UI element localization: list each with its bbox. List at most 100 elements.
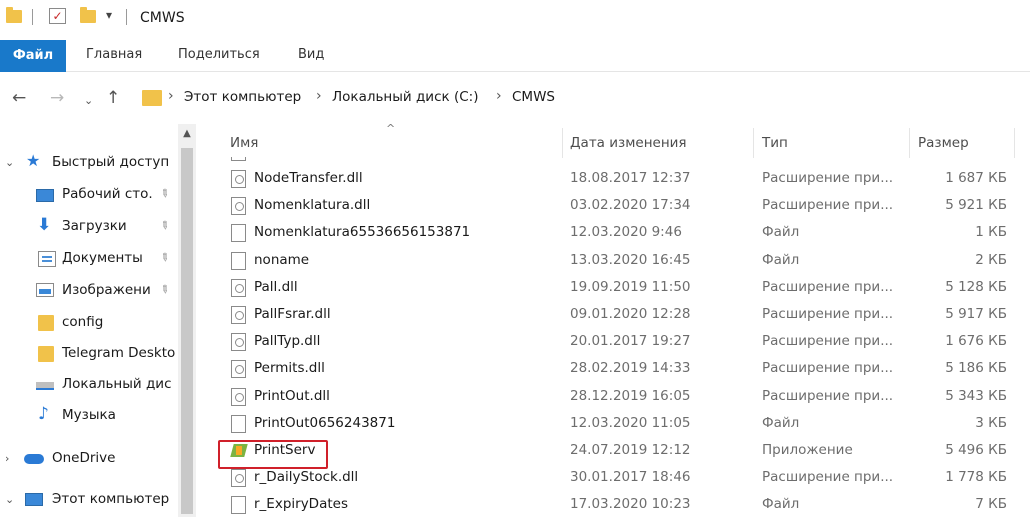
table-row[interactable]: r_ExpiryDates 17.03.2020 10:23 Файл 7 КБ xyxy=(196,491,1030,517)
sidebar-item-onedrive[interactable]: › OneDrive xyxy=(0,444,178,474)
customize-toolbar-icon[interactable]: ▾ xyxy=(106,8,112,22)
sidebar-item-desktop[interactable]: Рабочий сто. ✎ xyxy=(0,180,178,210)
table-row[interactable]: PallTyp.dll 20.01.2017 19:27 Расширение пр… xyxy=(196,328,1030,355)
tab-home[interactable]: Главная xyxy=(86,42,142,68)
file-type: Расширение при... xyxy=(762,197,894,214)
properties-icon[interactable]: ✓ xyxy=(49,8,66,24)
column-header-name[interactable]: Имя xyxy=(230,135,258,151)
column-header-size[interactable]: Размер xyxy=(918,135,969,151)
separator xyxy=(32,9,33,25)
sidebar-item-downloads[interactable]: ⬇ Загрузки ✎ xyxy=(0,212,178,242)
file-type: Файл xyxy=(762,224,800,241)
star-icon: ★ xyxy=(26,151,41,170)
file-type: Расширение при... xyxy=(762,306,894,322)
table-row[interactable]: PrintOut.dll 28.12.2019 16:05 Расширение п… xyxy=(196,383,1030,410)
breadcrumb-cmws[interactable]: CMWS xyxy=(512,89,555,105)
sidebar-item-quick-access[interactable]: ⌄ ★ Быстрый доступ xyxy=(0,148,178,178)
sidebar-item-images[interactable]: Изображени ✎ xyxy=(0,276,178,306)
chevron-right-icon[interactable]: › xyxy=(316,88,322,104)
chevron-right-icon[interactable]: › xyxy=(496,88,502,104)
table-row[interactable]: Nomenklatura65536656153871 12.03.2020 9:4… xyxy=(196,219,1030,246)
file-size: 5 496 КБ xyxy=(945,442,1007,458)
chevron-right-icon[interactable]: › xyxy=(5,452,9,465)
recent-locations-icon[interactable]: ⌄ xyxy=(84,91,93,111)
file-type: Расширение при... xyxy=(762,333,894,350)
dll-file-icon xyxy=(231,333,246,352)
column-divider[interactable] xyxy=(753,128,754,158)
sidebar-item-label: Музыка xyxy=(62,407,116,423)
computer-icon xyxy=(25,493,43,506)
chevron-right-icon[interactable]: › xyxy=(168,88,174,104)
table-row[interactable]: Nomenklatura.dll 03.02.2020 17:34 Расширен… xyxy=(196,192,1030,219)
table-row[interactable]: Permits.dll 28.02.2019 14:33 Расширение пр… xyxy=(196,355,1030,382)
file-date: 03.02.2020 17:34 xyxy=(570,197,691,214)
file-name: Nomenklatura65536656153871 xyxy=(254,224,471,241)
sidebar-item-this-pc[interactable]: ⌄ Этот компьютер xyxy=(0,485,178,515)
file-date: 18.08.2017 12:37 xyxy=(570,170,691,186)
tab-file[interactable]: Файл xyxy=(0,40,66,72)
file-size: 1 676 КБ xyxy=(945,333,1007,350)
folder-icon[interactable] xyxy=(6,7,22,23)
table-row[interactable]: NodeTransfer.dll 18.08.2017 12:37 Расширен… xyxy=(196,165,1030,192)
file-size: 1 КБ xyxy=(975,224,1007,241)
column-header-type[interactable]: Тип xyxy=(762,135,788,151)
sidebar-item-label: Рабочий сто. xyxy=(62,186,153,202)
sidebar-item-telegram[interactable]: Telegram Deskto xyxy=(0,339,178,369)
desktop-icon xyxy=(36,189,54,202)
breadcrumb-this-pc[interactable]: Этот компьютер xyxy=(184,89,301,105)
file-size: 3 КБ xyxy=(975,414,1007,431)
dll-file-icon xyxy=(231,387,246,406)
scrollbar-thumb[interactable] xyxy=(181,148,193,514)
chevron-down-icon[interactable]: ⌄ xyxy=(5,156,14,169)
column-divider[interactable] xyxy=(562,128,563,158)
chevron-down-icon[interactable]: ⌄ xyxy=(5,493,14,506)
file-date: 19.09.2019 11:50 xyxy=(570,278,691,295)
ribbon-tabs: Файл Главная Поделиться Вид xyxy=(0,38,1030,72)
sidebar-item-local-disk[interactable]: Локальный дис xyxy=(0,370,178,400)
dll-file-icon xyxy=(231,197,246,216)
file-name: Permits.dll xyxy=(254,360,325,377)
highlight-box xyxy=(218,440,328,469)
images-icon xyxy=(36,283,54,297)
sidebar-scrollbar[interactable]: ▲ xyxy=(178,124,196,517)
table-row[interactable]: noname 13.03.2020 16:45 Файл 2 КБ xyxy=(196,247,1030,274)
table-row[interactable]: PrintOut0656243871 12.03.2020 11:05 Файл 3 … xyxy=(196,410,1030,437)
music-icon: ♪ xyxy=(38,404,49,424)
file-size: 5 921 КБ xyxy=(945,197,1007,214)
breadcrumb-local-disk[interactable]: Локальный диск (C:) xyxy=(332,89,478,105)
column-divider[interactable] xyxy=(1014,128,1015,158)
file-size: 5 343 КБ xyxy=(945,387,1007,404)
file-type: Файл xyxy=(762,496,800,513)
file-icon xyxy=(231,414,246,433)
sidebar-item-label: Загрузки xyxy=(62,218,127,234)
sidebar-item-music[interactable]: ♪ Музыка xyxy=(0,401,178,431)
file-date: 17.03.2020 10:23 xyxy=(570,496,691,513)
tab-view[interactable]: Вид xyxy=(298,42,324,68)
drive-icon xyxy=(36,382,54,390)
address-bar[interactable]: › Этот компьютер › Локальный диск (C:) ›… xyxy=(132,82,1030,114)
title-bar: ✓ ▾ CMWS xyxy=(0,0,1030,38)
file-name: r_ExpiryDates xyxy=(254,496,348,513)
up-arrow-icon[interactable]: ↑ xyxy=(106,88,120,108)
new-folder-icon[interactable] xyxy=(80,7,96,23)
sidebar-item-config[interactable]: config xyxy=(0,308,178,338)
sidebar-item-label: config xyxy=(62,314,104,330)
file-name: PallFsrar.dll xyxy=(254,306,331,322)
column-header-date[interactable]: Дата изменения xyxy=(570,135,687,151)
file-date: 20.01.2017 19:27 xyxy=(570,333,691,350)
column-divider[interactable] xyxy=(909,128,910,158)
table-row[interactable]: PallFsrar.dll 09.01.2020 12:28 Расширение … xyxy=(196,301,1030,328)
sidebar-item-documents[interactable]: Документы ✎ xyxy=(0,244,178,274)
navigation-bar: ← → ⌄ ↑ › Этот компьютер › Локальный дис… xyxy=(0,72,1030,124)
file-name: NodeTransfer.dll xyxy=(254,170,363,186)
table-row[interactable]: Pall.dll 19.09.2019 11:50 Расширение при..… xyxy=(196,274,1030,301)
separator xyxy=(126,9,127,25)
file-name: PrintOut0656243871 xyxy=(254,414,396,431)
tab-share[interactable]: Поделиться xyxy=(178,42,260,68)
forward-arrow-icon[interactable]: → xyxy=(50,88,64,108)
file-type: Расширение при... xyxy=(762,278,894,295)
scroll-up-icon[interactable]: ▲ xyxy=(178,128,196,139)
file-date: 12.03.2020 11:05 xyxy=(570,414,691,431)
back-arrow-icon[interactable]: ← xyxy=(12,88,26,108)
folder-icon xyxy=(142,90,162,106)
